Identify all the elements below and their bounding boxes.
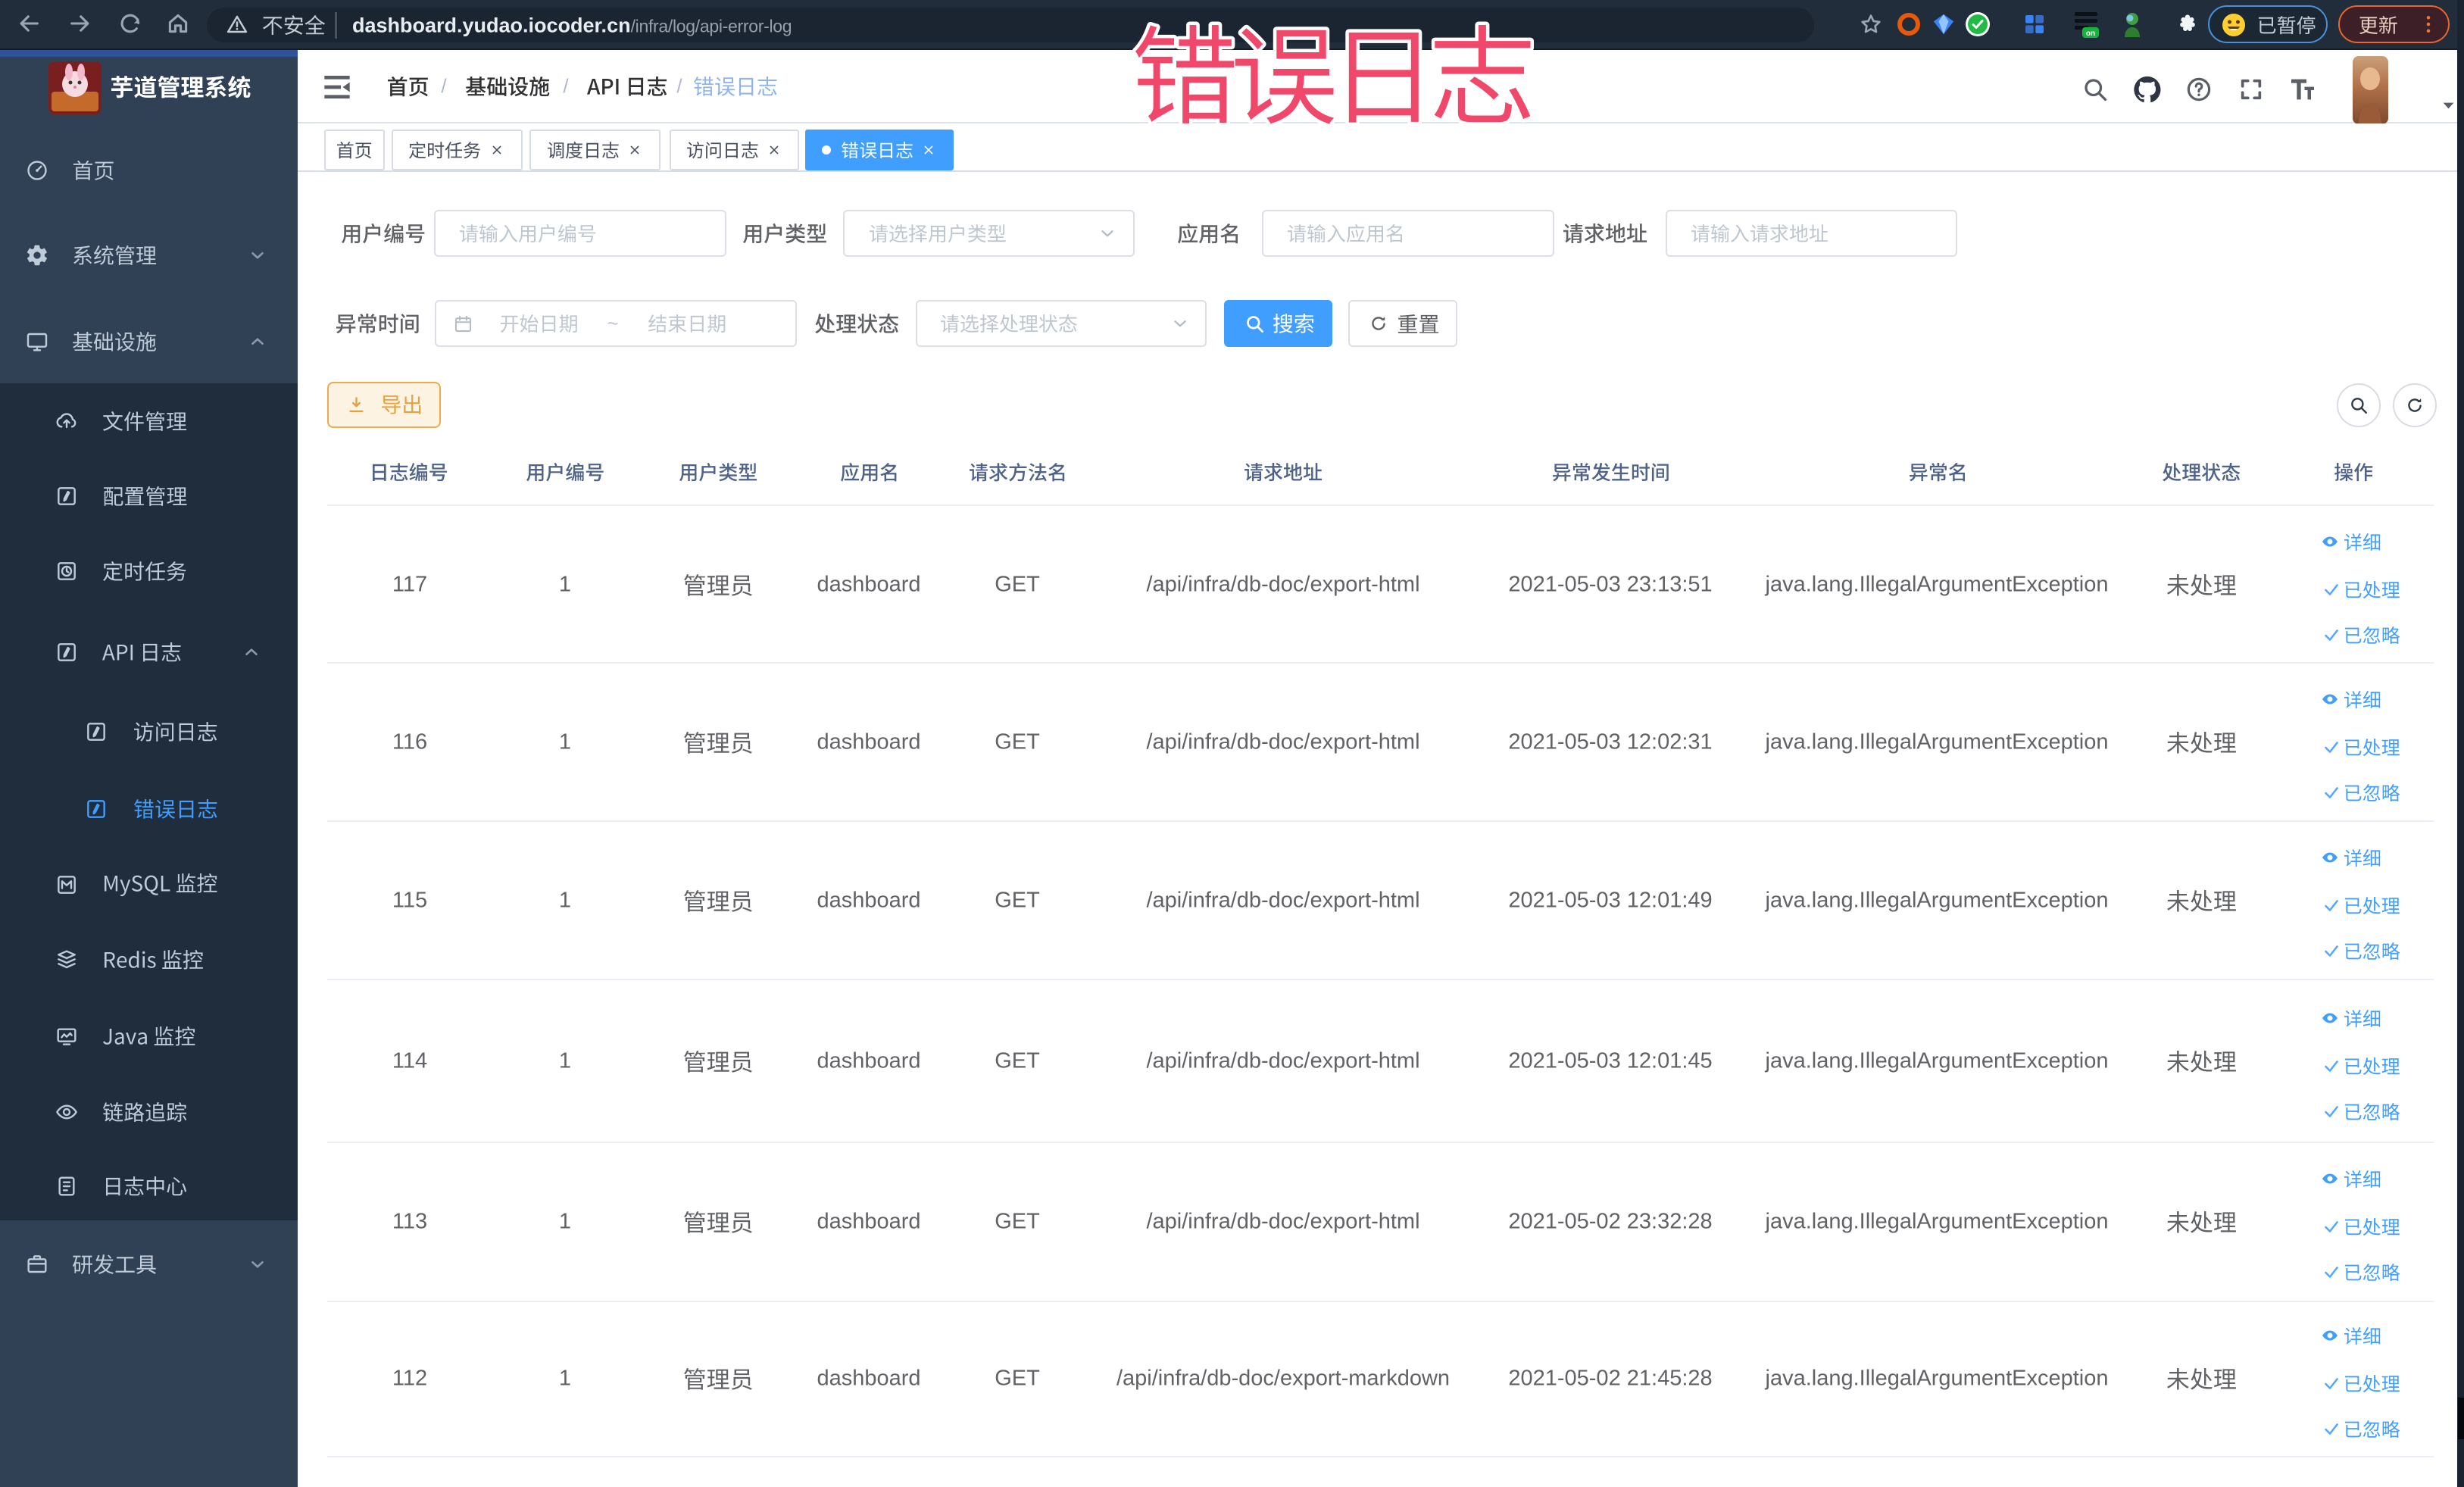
svg-text:on: on [2086, 30, 2095, 38]
